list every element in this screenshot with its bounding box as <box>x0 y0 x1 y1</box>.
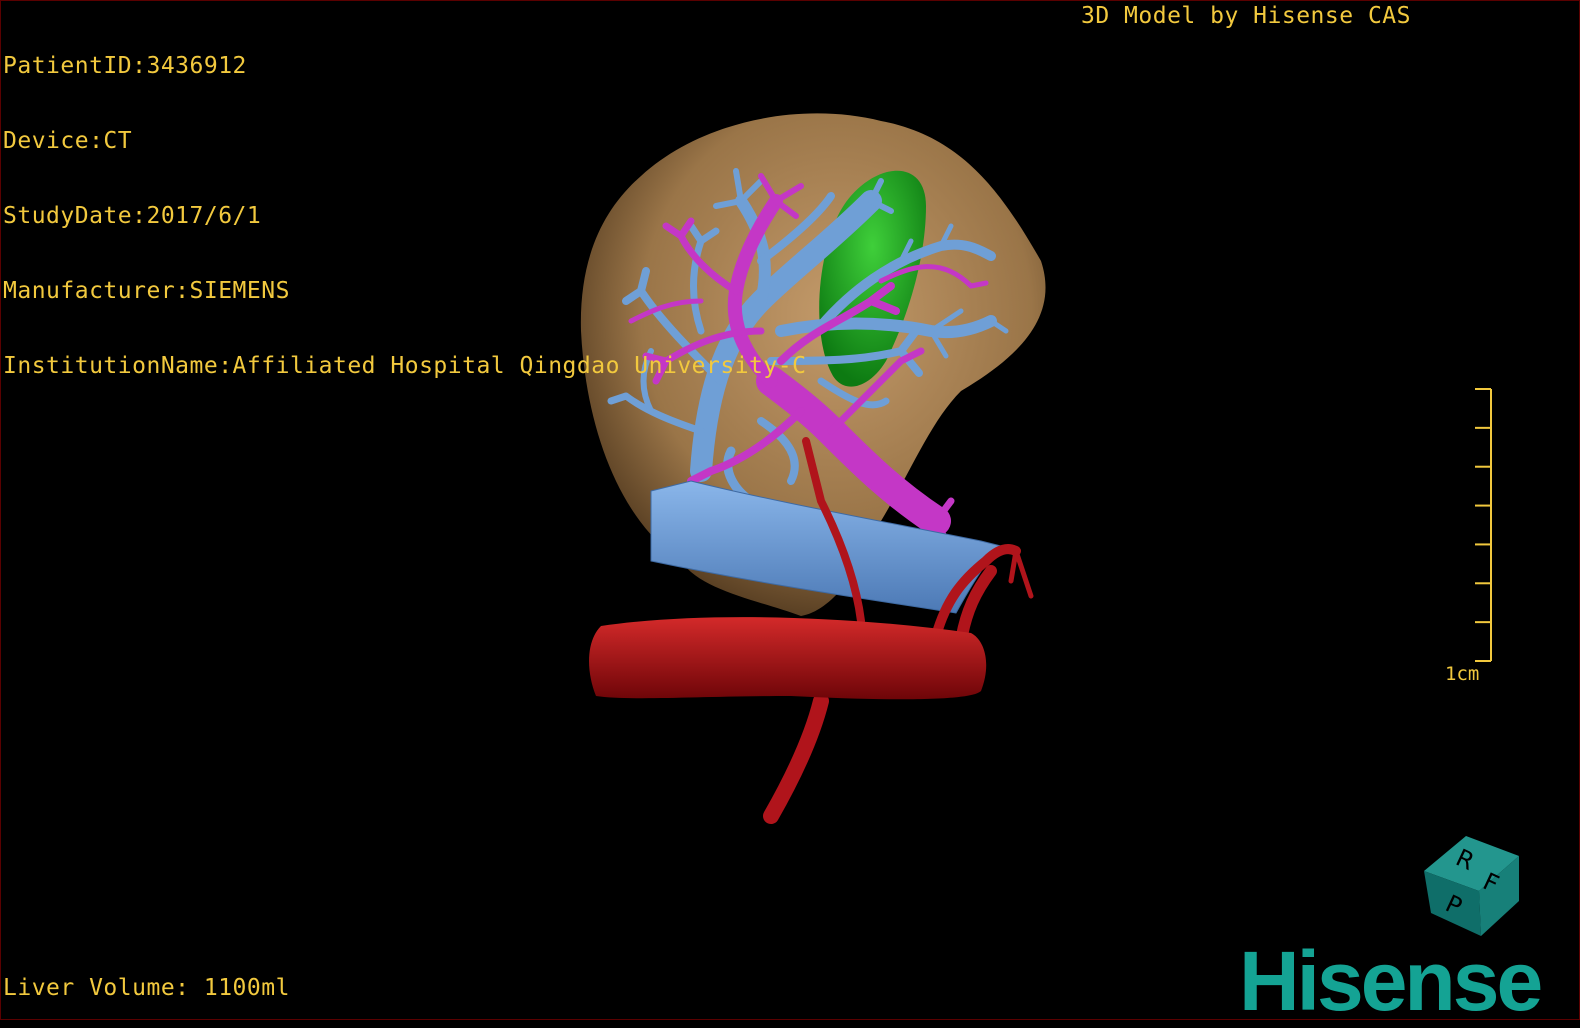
model-title: 3D Model by Hisense CAS <box>1081 3 1411 29</box>
aorta[interactable] <box>589 617 987 700</box>
manufacturer-text: Manufacturer:SIEMENS <box>3 278 290 304</box>
patient-info-block: PatientID:3436912 Device:CT StudyDate:20… <box>3 4 806 429</box>
device-text: Device:CT <box>3 128 133 154</box>
scale-bar <box>1475 388 1492 662</box>
3d-viewport[interactable]: R F P PatientID:3436912 Device:CT StudyD… <box>0 0 1580 1028</box>
institution-text: InstitutionName:Affiliated Hospital Qing… <box>3 353 807 379</box>
orientation-cube[interactable]: R F P <box>1424 836 1519 936</box>
study-date-text: StudyDate:2017/6/1 <box>3 203 262 229</box>
liver-volume-text: Liver Volume: 1100ml <box>3 975 290 1001</box>
scale-bar-label: 1cm <box>1445 663 1480 685</box>
patient-id-text: PatientID:3436912 <box>3 53 247 79</box>
hisense-logo: Hisense <box>1239 934 1543 1028</box>
